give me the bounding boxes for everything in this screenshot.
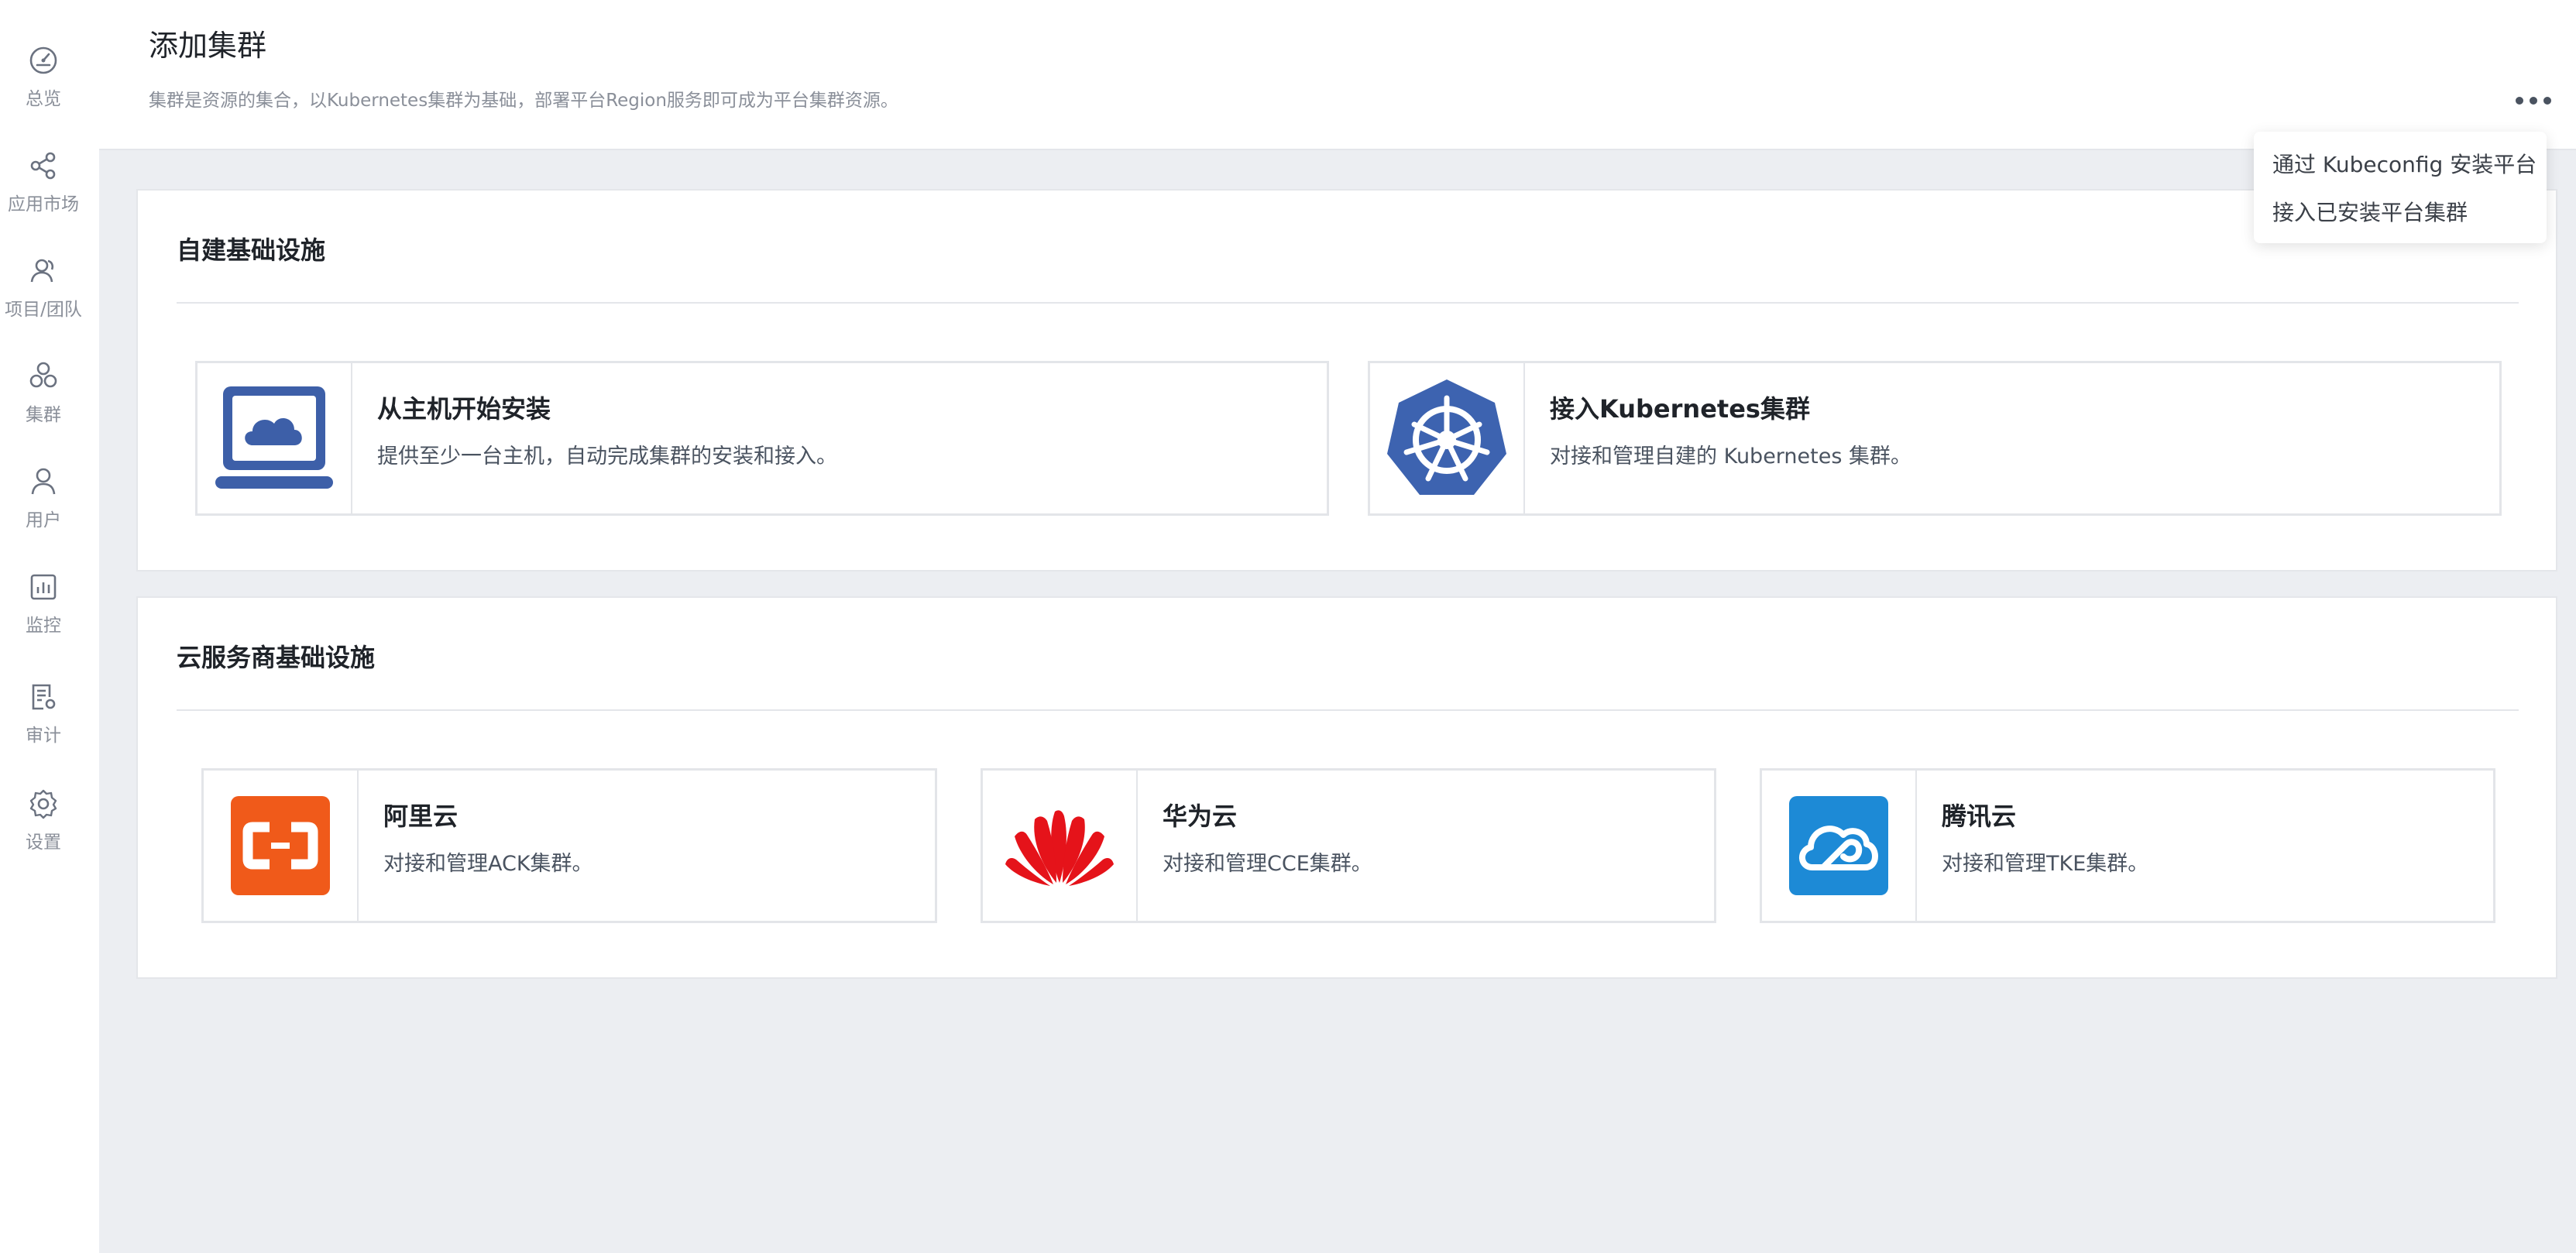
connect-kubernetes-card[interactable]: 接入Kubernetes集群 对接和管理自建的 Kubernetes 集群。 xyxy=(1368,361,2502,516)
sidebar-item-label: 监控 xyxy=(26,616,61,636)
divider xyxy=(177,709,2519,711)
sidebar-item-label: 设置 xyxy=(26,832,61,853)
cluster-icon xyxy=(29,362,57,388)
cloud-provider-section: 云服务商基础设施 阿里云 对接和管理ACK集群。 华为云 对接和管理CCE集群。… xyxy=(136,596,2557,979)
sidebar-item-users[interactable]: 用户 xyxy=(0,465,87,550)
sidebar-item-settings[interactable]: 设置 xyxy=(0,787,87,872)
sidebar-item-label: 集群 xyxy=(26,405,61,425)
tencent-cloud-card[interactable]: 腾讯云 对接和管理TKE集群。 xyxy=(1760,768,2495,923)
menu-item-kubeconfig-install[interactable]: 通过 Kubeconfig 安装平台 xyxy=(2254,141,2547,189)
card-description: 对接和管理TKE集群。 xyxy=(1942,852,2149,876)
more-options-menu: 通过 Kubeconfig 安装平台 接入已安装平台集群 xyxy=(2254,132,2547,243)
more-dot-icon xyxy=(2516,97,2523,105)
section-title: 云服务商基础设施 xyxy=(177,643,376,672)
monitor-icon xyxy=(30,574,57,600)
kubernetes-icon xyxy=(1387,379,1506,495)
divider xyxy=(177,302,2519,304)
install-from-host-card[interactable]: 从主机开始安装 提供至少一台主机，自动完成集群的安装和接入。 xyxy=(195,361,1329,516)
aliyun-card[interactable]: 阿里云 对接和管理ACK集群。 xyxy=(201,768,937,923)
more-dot-icon xyxy=(2543,97,2551,105)
aliyun-icon xyxy=(231,796,330,895)
tencent-cloud-icon xyxy=(1789,796,1888,895)
card-description: 对接和管理自建的 Kubernetes 集群。 xyxy=(1550,445,1912,469)
card-description: 提供至少一台主机，自动完成集群的安装和接入。 xyxy=(377,445,837,469)
card-title: 腾讯云 xyxy=(1942,802,2017,831)
menu-item-connect-installed[interactable]: 接入已安装平台集群 xyxy=(2254,189,2547,237)
sidebar-item-label: 应用市场 xyxy=(8,194,79,215)
share-icon xyxy=(30,152,56,180)
card-title: 从主机开始安装 xyxy=(377,394,551,424)
more-dot-icon xyxy=(2530,97,2537,105)
more-options-button[interactable] xyxy=(2511,87,2556,115)
card-title: 华为云 xyxy=(1163,802,1238,831)
huawei-icon xyxy=(1005,810,1114,886)
card-icon-box xyxy=(197,363,352,513)
dashboard-icon xyxy=(29,46,57,74)
card-icon-box xyxy=(1762,771,1917,921)
user-icon xyxy=(31,468,56,495)
page-header: 添加集群 集群是资源的集合，以Kubernetes集群为基础，部署平台Regio… xyxy=(99,0,2576,150)
page-description: 集群是资源的集合，以Kubernetes集群为基础，部署平台Region服务即可… xyxy=(149,91,898,111)
laptop-cloud-icon xyxy=(215,386,333,489)
sidebar-item-label: 项目/团队 xyxy=(5,300,82,320)
audit-icon xyxy=(32,684,56,710)
sidebar-item-label: 审计 xyxy=(26,726,61,746)
sidebar-item-overview[interactable]: 总览 xyxy=(0,43,87,129)
page-title: 添加集群 xyxy=(149,29,267,63)
card-icon-box xyxy=(204,771,359,921)
sidebar-item-label: 总览 xyxy=(26,89,61,109)
card-description: 对接和管理CCE集群。 xyxy=(1163,852,1372,876)
card-icon-box xyxy=(983,771,1138,921)
huawei-cloud-card[interactable]: 华为云 对接和管理CCE集群。 xyxy=(981,768,1716,923)
card-title: 接入Kubernetes集群 xyxy=(1550,394,1810,424)
sidebar: 总览 应用市场 项目/团队 集群 用户 监控 审计 设置 xyxy=(0,0,99,1253)
section-title: 自建基础设施 xyxy=(177,235,326,265)
gear-icon xyxy=(29,789,57,819)
card-title: 阿里云 xyxy=(383,802,459,831)
team-icon xyxy=(30,259,54,283)
sidebar-item-audit[interactable]: 审计 xyxy=(0,680,87,765)
sidebar-item-cluster[interactable]: 集群 xyxy=(0,359,87,445)
sidebar-item-monitor[interactable]: 监控 xyxy=(0,570,87,655)
card-icon-box xyxy=(1370,363,1525,513)
sidebar-item-projects[interactable]: 项目/团队 xyxy=(0,254,87,339)
card-description: 对接和管理ACK集群。 xyxy=(383,852,593,876)
sidebar-item-app-market[interactable]: 应用市场 xyxy=(0,149,87,234)
sidebar-item-label: 用户 xyxy=(26,510,61,530)
self-built-section: 自建基础设施 从主机开始安装 提供至少一台主机，自动完成集群的安装和接入。 接入… xyxy=(136,189,2557,572)
